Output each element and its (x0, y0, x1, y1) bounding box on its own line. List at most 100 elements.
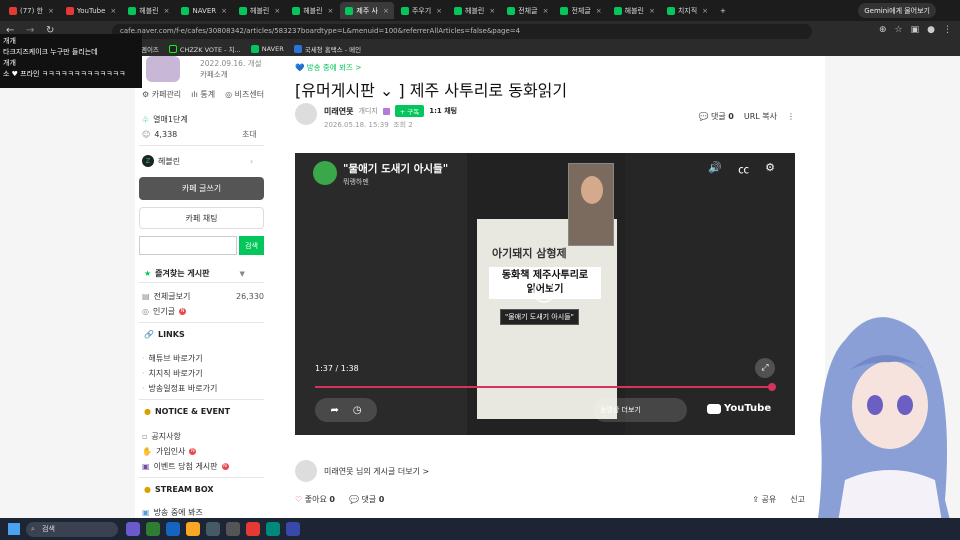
taskbar-app-icon[interactable] (226, 522, 240, 536)
share-icon[interactable]: ➦ (330, 405, 338, 416)
browser-tab[interactable]: YouTube × (61, 2, 121, 19)
taskbar-app-icon[interactable] (206, 522, 220, 536)
author-name[interactable]: 미래연못 (324, 106, 353, 117)
play-icon[interactable] (533, 281, 555, 303)
share-button[interactable]: ⇪ 공유 (752, 494, 776, 505)
settings-gear-icon[interactable]: ⚙ (765, 161, 775, 177)
video-scrubber[interactable] (768, 383, 776, 391)
author-more-posts-link[interactable]: 미래연못 님의 게시글 더보기 > (324, 466, 429, 477)
bookmark-item[interactable]: NAVER (250, 45, 284, 53)
browser-tab[interactable]: 헤블린 × (609, 2, 660, 19)
more-videos-button[interactable]: 동영상 더보기 (593, 398, 687, 422)
tab-close-icon[interactable]: × (221, 7, 227, 15)
cafe-manage-link[interactable]: ⚙ 카페관리 (142, 89, 181, 100)
browser-tab[interactable]: 주우기 × (396, 2, 447, 19)
tab-close-icon[interactable]: × (274, 7, 280, 15)
browser-tab[interactable]: 전체글 × (555, 2, 606, 19)
bookmark-star-icon[interactable]: ☆ (895, 25, 903, 35)
windows-start-icon[interactable] (8, 523, 20, 535)
author-avatar-bottom[interactable] (295, 460, 317, 482)
tab-close-icon[interactable]: × (164, 7, 170, 15)
tab-close-icon[interactable]: × (436, 7, 442, 15)
taskbar-app-icon[interactable] (186, 522, 200, 536)
tab-close-icon[interactable]: × (110, 7, 116, 15)
chrome-icon[interactable] (246, 522, 260, 536)
video-title[interactable]: "물애기 도새기 아시들" (343, 161, 448, 176)
comment-button[interactable]: 💬 댓글 0 (698, 111, 733, 122)
one-to-one-chat-button[interactable]: 1:1 채팅 (429, 106, 457, 116)
browser-tab[interactable]: 헤블린 × (234, 2, 285, 19)
tab-close-icon[interactable]: × (328, 7, 334, 15)
youtube-logo[interactable]: YouTube (707, 403, 771, 414)
comment-button-bottom[interactable]: 💬 댓글 0 (349, 494, 384, 505)
fullscreen-icon[interactable]: ⤢ (755, 358, 775, 378)
tab-close-icon[interactable]: × (489, 7, 495, 15)
stats-link[interactable]: ılı 통계 (191, 89, 215, 100)
biz-center-link[interactable]: ◎ 비즈센터 (225, 89, 264, 100)
like-button[interactable]: ♡ 좋아요 0 (295, 494, 335, 505)
write-post-button[interactable]: 카페 글쓰기 (139, 177, 264, 200)
schedule-link[interactable]: · 방송일정표 바로가기 (142, 383, 217, 394)
event-winner-board-link[interactable]: ▣ 이벤트 당첨 게시판 N (142, 461, 229, 472)
watch-later-icon[interactable]: ◷ (353, 405, 362, 416)
menu-icon[interactable]: ⋮ (943, 25, 952, 35)
breadcrumb[interactable]: 💙 방송 중에 봐즈 > (295, 62, 362, 73)
youtube-link[interactable]: · 해튜브 바로가기 (142, 353, 203, 364)
cafe-search-input[interactable] (139, 236, 237, 255)
popular-posts-link[interactable]: ◎ 인기글 N (142, 306, 187, 317)
chzzk-link[interactable]: · 치지직 바로가기 (142, 368, 203, 379)
video-progress-bar[interactable] (315, 386, 773, 388)
report-button[interactable]: 신고 (790, 494, 805, 505)
url-copy-button[interactable]: URL 복사 (744, 111, 777, 122)
bookmark-item[interactable]: CHZZK VOTE - 치... (168, 44, 241, 54)
cafe-manager-row[interactable]: Z 헤블린 › (142, 155, 262, 167)
tab-close-icon[interactable]: × (702, 7, 708, 15)
cafe-search-button[interactable]: 검색 (239, 236, 264, 255)
tab-close-icon[interactable]: × (596, 7, 602, 15)
greeting-board-link[interactable]: ✋ 가입인사 N (142, 446, 197, 457)
taskbar-app-icon[interactable] (266, 522, 280, 536)
taskbar-app-icon[interactable] (126, 522, 140, 536)
cafe-intro-link[interactable]: 카페소개 (200, 69, 228, 80)
tab-close-icon[interactable]: × (383, 7, 389, 15)
taskbar-app-icon[interactable] (286, 522, 300, 536)
browser-tab[interactable]: 헤블린 × (449, 2, 500, 19)
zoom-icon[interactable]: ⊕ (879, 25, 887, 35)
taskbar-app-icon[interactable] (146, 522, 160, 536)
browser-tab[interactable]: (77) 한 × (4, 2, 59, 19)
gemini-button[interactable]: Gemini에게 물어보기 (858, 3, 936, 18)
url-input[interactable]: cafe.naver.com/f-e/cafes/30808342/articl… (112, 24, 812, 39)
more-options-icon[interactable]: ⋮ (787, 112, 795, 121)
browser-tab[interactable]: 헤블린 × (123, 2, 174, 19)
tab-close-icon[interactable]: × (48, 7, 54, 15)
favorite-boards-title[interactable]: ★ 즐겨찾는 게시판 ▼ (144, 268, 245, 279)
extension-icon[interactable]: ▣ (911, 25, 920, 35)
new-tab-button[interactable]: + (715, 2, 731, 19)
links-section-title: 🔗 LINKS (144, 330, 185, 339)
chevron-right-icon: › (250, 156, 254, 166)
browser-tab[interactable]: 헤블린 × (287, 2, 338, 19)
author-avatar[interactable] (295, 103, 317, 125)
browser-tab[interactable]: NAVER × (176, 2, 232, 19)
browser-tab[interactable]: 전체글 × (502, 2, 553, 19)
channel-logo-icon[interactable] (313, 161, 337, 185)
bookmark-item[interactable]: 국세청 홈택스 - 메인 (293, 44, 361, 54)
taskbar-app-icon[interactable] (166, 522, 180, 536)
stream-board-link[interactable]: ▣ 방송 중에 봐즈 (142, 507, 203, 518)
invite-link[interactable]: 초대 (242, 129, 257, 140)
video-channel[interactable]: 뭐랭하멘 (343, 177, 369, 187)
volume-icon[interactable]: 🔊 (708, 161, 722, 177)
browser-tab[interactable]: 치지직 × (662, 2, 713, 19)
video-player[interactable]: 아기돼지 삼형제 동화책 제주사투리로 읽어보기 "물애기 도새기 아시들" "… (295, 153, 795, 435)
notice-board-link[interactable]: ▫ 공지사항 (142, 431, 181, 442)
tab-close-icon[interactable]: × (543, 7, 549, 15)
all-posts-link[interactable]: ▤ 전체글보기 26,330 (142, 291, 264, 302)
taskbar-search[interactable]: ⌕ 검색 (26, 522, 118, 537)
tab-close-icon[interactable]: × (649, 7, 655, 15)
captions-icon[interactable]: ㏄ (738, 161, 749, 177)
cafe-chat-button[interactable]: 카페 채팅 (139, 207, 264, 229)
profile-icon[interactable]: ● (927, 25, 935, 35)
subscribe-button[interactable]: + 구독 (394, 105, 425, 117)
video-pillar-left (295, 153, 467, 435)
browser-tab[interactable]: 제주 사 × (340, 2, 394, 19)
